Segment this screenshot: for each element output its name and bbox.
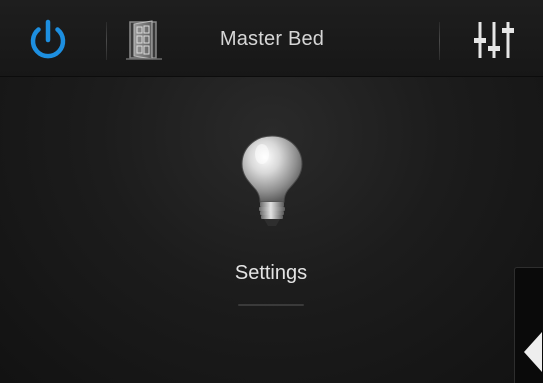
- room-button[interactable]: [124, 18, 168, 62]
- scene-label[interactable]: Settings: [171, 262, 371, 285]
- power-icon: [30, 19, 66, 59]
- settings-sliders-button[interactable]: [470, 18, 518, 62]
- sliders-icon: [474, 22, 514, 58]
- light-bulb-icon: [241, 135, 303, 226]
- header-divider-left: [106, 22, 107, 60]
- header-divider-right: [439, 22, 440, 60]
- side-panel-toggle[interactable]: [514, 267, 543, 383]
- chevron-left-icon: [524, 332, 542, 372]
- app-window: Master Bed Settings: [0, 0, 543, 383]
- door-icon: [126, 20, 162, 60]
- room-title: Master Bed: [219, 28, 325, 50]
- scene-underline: [238, 304, 304, 306]
- scene-light-bulb[interactable]: [238, 132, 306, 232]
- top-bar: Master Bed: [0, 0, 543, 76]
- power-button[interactable]: [24, 16, 72, 64]
